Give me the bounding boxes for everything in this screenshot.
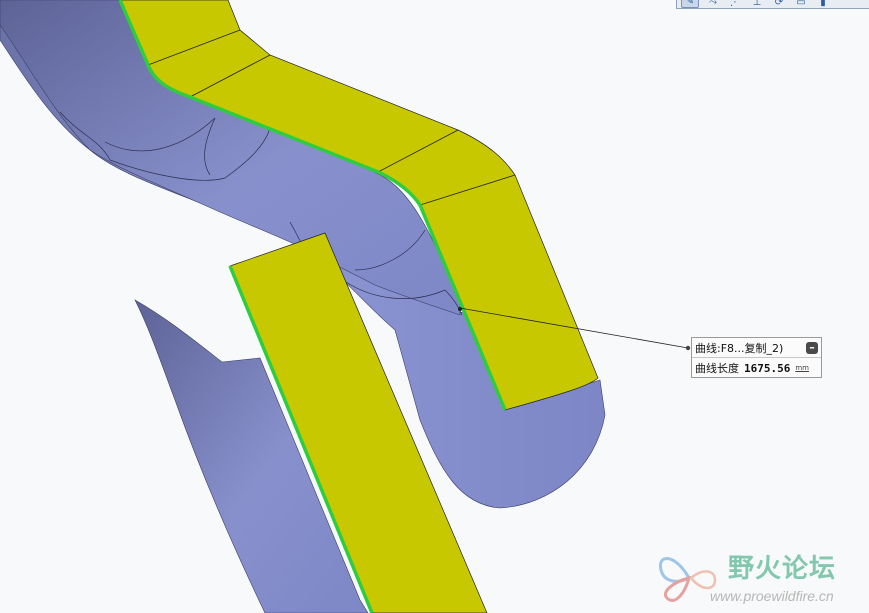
view-icon[interactable]: ▭ [793, 0, 809, 8]
view-toolbar: ✎ ⤳ ⋰ ⊥ ⟳ ▭ ▮ [676, 0, 869, 9]
length-label: 曲线长度 [695, 362, 739, 375]
length-unit: mm [795, 364, 809, 372]
sketch-icon[interactable]: ✎ [681, 0, 699, 8]
leader-endpoint [685, 345, 691, 351]
rotate-icon[interactable]: ⟳ [771, 0, 787, 8]
curve-label: 曲线:F8...复制_2) [695, 341, 784, 355]
spline-icon[interactable]: ⤳ [705, 0, 721, 8]
leader-anchor [458, 307, 462, 311]
measure-curve-row: 曲线:F8...复制_2) – [692, 338, 821, 358]
collapse-icon[interactable]: – [806, 341, 818, 354]
length-value: 1675.56 [744, 361, 791, 375]
watermark-title: 野火论坛 [728, 554, 837, 584]
measure-callout[interactable]: 曲线:F8...复制_2) – 曲线长度 1675.56 mm [691, 337, 822, 378]
points-icon[interactable]: ⋰ [727, 0, 743, 8]
measure-length-row: 曲线长度 1675.56 mm [692, 358, 821, 378]
watermark: 野火论坛 www.proewildfire.cn [655, 548, 865, 608]
model-viewport[interactable] [0, 0, 869, 613]
watermark-url: www.proewildfire.cn [710, 588, 834, 604]
axis-icon[interactable]: ⊥ [749, 0, 765, 8]
display-icon[interactable]: ▮ [815, 0, 831, 8]
